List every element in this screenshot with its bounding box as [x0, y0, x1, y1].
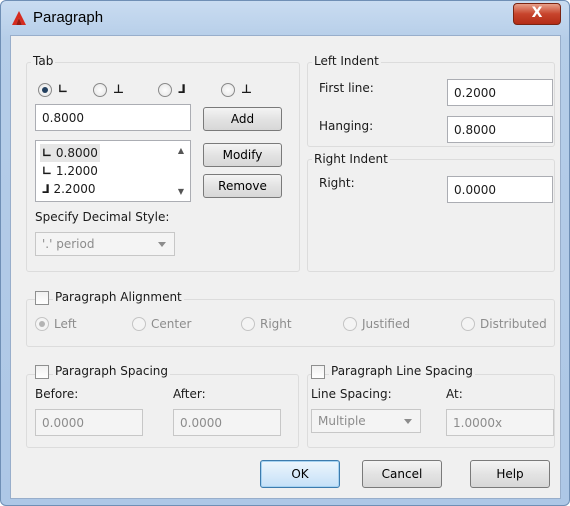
align-left-label: Left [54, 317, 77, 331]
tab-right-radio[interactable] [158, 83, 172, 97]
tab-left-radio[interactable] [38, 83, 52, 97]
dialog-body: Tab ∟ ⊥ ⅃ ⊥ 0.8000 Add ∟ 0.8000 ∟ 1.2000… [10, 35, 561, 499]
modify-button[interactable]: Modify [203, 143, 282, 167]
after-label: After: [173, 387, 206, 401]
first-line-input[interactable]: 0.2000 [447, 79, 553, 106]
decimal-tab-icon: ⊥ [241, 82, 252, 96]
before-input[interactable]: 0.0000 [35, 409, 143, 436]
close-icon: X [531, 5, 543, 21]
center-tab-icon: ⊥ [113, 82, 124, 96]
paragraph-dialog: Paragraph X Tab ∟ ⊥ ⅃ ⊥ 0.8000 Add ∟ 0.8… [0, 0, 570, 506]
at-label: At: [446, 387, 463, 401]
list-item[interactable]: ⅃ 2.2000 [40, 180, 97, 198]
list-item[interactable]: ∟ 1.2000 [40, 162, 100, 180]
align-justified-label: Justified [362, 317, 410, 331]
align-distributed-label: Distributed [480, 317, 547, 331]
scroll-down-icon[interactable]: ▼ [178, 187, 184, 196]
title-bar[interactable]: Paragraph X [1, 1, 569, 35]
line-spacing-group-label: Paragraph Line Spacing [329, 364, 475, 378]
tab-position-input[interactable]: 0.8000 [35, 104, 191, 131]
tab-stop-value: 2.2000 [53, 182, 96, 196]
tab-stops-list[interactable]: ∟ 0.8000 ∟ 1.2000 ⅃ 2.2000 ▲ ▼ [35, 140, 191, 202]
first-line-label: First line: [319, 81, 374, 95]
ok-button[interactable]: OK [260, 460, 340, 488]
line-spacing-select[interactable]: Multiple [311, 409, 421, 433]
right-tab-icon: ⅃ [178, 82, 186, 96]
right-tab-icon: ⅃ [42, 182, 50, 196]
window-title: Paragraph [33, 9, 104, 26]
align-justified-radio[interactable] [343, 317, 357, 331]
line-spacing-label: Line Spacing: [311, 387, 392, 401]
tab-stop-value: 0.8000 [55, 146, 98, 160]
left-tab-icon: ∟ [42, 146, 53, 160]
right-indent-input[interactable]: 0.0000 [447, 176, 553, 203]
chevron-down-icon [158, 242, 166, 247]
decimal-style-label: Specify Decimal Style: [35, 210, 170, 224]
line-spacing-checkbox[interactable] [311, 365, 325, 379]
after-input[interactable]: 0.0000 [173, 409, 281, 436]
remove-button[interactable]: Remove [203, 174, 282, 198]
add-button[interactable]: Add [203, 107, 282, 131]
cancel-button[interactable]: Cancel [362, 460, 442, 488]
left-tab-icon: ∟ [58, 82, 69, 96]
left-indent-label: Left Indent [312, 54, 381, 68]
chevron-down-icon [404, 419, 412, 424]
before-label: Before: [35, 387, 79, 401]
tab-decimal-radio[interactable] [221, 83, 235, 97]
align-distributed-radio[interactable] [461, 317, 475, 331]
alignment-label: Paragraph Alignment [53, 290, 184, 304]
list-item[interactable]: ∟ 0.8000 [40, 144, 100, 162]
alignment-checkbox[interactable] [35, 291, 49, 305]
align-left-radio[interactable] [35, 317, 49, 331]
align-center-label: Center [151, 317, 192, 331]
decimal-style-select[interactable]: '.' period [35, 232, 175, 256]
align-right-radio[interactable] [241, 317, 255, 331]
align-center-radio[interactable] [132, 317, 146, 331]
paragraph-spacing-checkbox[interactable] [35, 365, 49, 379]
scroll-up-icon[interactable]: ▲ [178, 146, 184, 155]
decimal-style-value: '.' period [42, 237, 95, 251]
tab-center-radio[interactable] [93, 83, 107, 97]
right-indent-label: Right Indent [312, 152, 390, 166]
hanging-input[interactable]: 0.8000 [447, 116, 553, 143]
tab-group-label: Tab [31, 54, 56, 68]
close-button[interactable]: X [513, 3, 561, 25]
at-input[interactable]: 1.0000x [446, 409, 554, 436]
align-right-label: Right [260, 317, 292, 331]
help-button[interactable]: Help [470, 460, 550, 488]
right-label: Right: [319, 176, 355, 190]
paragraph-spacing-label: Paragraph Spacing [53, 364, 171, 378]
autocad-app-icon [12, 11, 26, 25]
tab-stop-value: 1.2000 [55, 164, 98, 178]
left-tab-icon: ∟ [42, 164, 53, 178]
hanging-label: Hanging: [319, 119, 374, 133]
line-spacing-value: Multiple [318, 414, 366, 428]
